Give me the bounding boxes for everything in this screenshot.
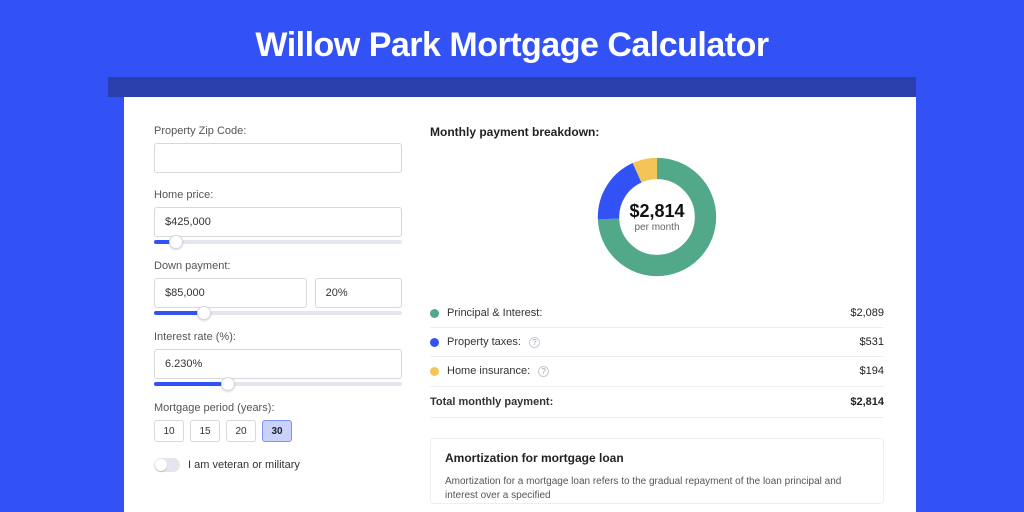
home-price-slider[interactable] (154, 240, 402, 244)
period-btn-30[interactable]: 30 (262, 420, 292, 442)
legend-total-label: Total monthly payment: (430, 396, 553, 408)
donut-center: $2,814 per month (593, 153, 721, 281)
mortgage-period-buttons: 10 15 20 30 (154, 420, 402, 442)
interest-rate-field: Interest rate (%): (154, 331, 402, 386)
legend-row-tax: Property taxes:? $531 (430, 328, 884, 357)
legend-row-pi: Principal & Interest: $2,089 (430, 299, 884, 328)
legend-value-pi: $2,089 (850, 307, 884, 319)
zip-label: Property Zip Code: (154, 125, 402, 137)
donut-chart-wrap: $2,814 per month (430, 153, 884, 281)
zip-field: Property Zip Code: (154, 125, 402, 173)
breakdown-title: Monthly payment breakdown: (430, 125, 884, 139)
legend-total-row: Total monthly payment: $2,814 (430, 386, 884, 418)
veteran-label: I am veteran or military (188, 459, 300, 471)
down-pct-input[interactable] (315, 278, 402, 308)
legend-left-pi: Principal & Interest: (430, 307, 542, 319)
interest-rate-slider[interactable] (154, 382, 402, 386)
legend-value-ins: $194 (860, 365, 884, 377)
amortization-box: Amortization for mortgage loan Amortizat… (430, 438, 884, 504)
header-band (108, 77, 916, 97)
legend-dot-pi (430, 309, 439, 318)
legend-label-pi: Principal & Interest: (447, 307, 542, 319)
donut-sub: per month (634, 222, 679, 233)
help-icon[interactable]: ? (529, 337, 540, 348)
donut-chart: $2,814 per month (593, 153, 721, 281)
legend-left-tax: Property taxes:? (430, 336, 540, 348)
legend-left-ins: Home insurance:? (430, 365, 549, 377)
legend: Principal & Interest: $2,089 Property taxe… (430, 299, 884, 385)
legend-label-ins: Home insurance: (447, 365, 530, 377)
down-payment-field: Down payment: (154, 260, 402, 315)
home-price-field: Home price: (154, 189, 402, 244)
legend-value-tax: $531 (860, 336, 884, 348)
calculator-card: Property Zip Code: Home price: Down paym… (124, 97, 916, 512)
page-title: Willow Park Mortgage Calculator (0, 0, 1024, 77)
mortgage-period-field: Mortgage period (years): 10 15 20 30 (154, 402, 402, 442)
toggle-knob (155, 459, 167, 471)
legend-dot-ins (430, 367, 439, 376)
legend-dot-tax (430, 338, 439, 347)
veteran-toggle[interactable] (154, 458, 180, 472)
zip-input[interactable] (154, 143, 402, 173)
down-payment-label: Down payment: (154, 260, 402, 272)
down-amount-input[interactable] (154, 278, 307, 308)
help-icon[interactable]: ? (538, 366, 549, 377)
down-payment-slider[interactable] (154, 311, 402, 315)
period-btn-20[interactable]: 20 (226, 420, 256, 442)
legend-label-tax: Property taxes: (447, 336, 521, 348)
period-btn-10[interactable]: 10 (154, 420, 184, 442)
legend-total-value: $2,814 (850, 396, 884, 408)
interest-rate-input[interactable] (154, 349, 402, 379)
period-btn-15[interactable]: 15 (190, 420, 220, 442)
legend-row-ins: Home insurance:? $194 (430, 357, 884, 385)
home-price-label: Home price: (154, 189, 402, 201)
inputs-panel: Property Zip Code: Home price: Down paym… (154, 125, 402, 512)
veteran-toggle-row: I am veteran or military (154, 458, 402, 472)
mortgage-period-label: Mortgage period (years): (154, 402, 402, 414)
donut-value: $2,814 (629, 201, 684, 222)
results-panel: Monthly payment breakdown: $2,814 per mo… (430, 125, 884, 512)
amortization-title: Amortization for mortgage loan (445, 451, 869, 465)
amortization-text: Amortization for a mortgage loan refers … (445, 475, 869, 503)
interest-rate-label: Interest rate (%): (154, 331, 402, 343)
home-price-input[interactable] (154, 207, 402, 237)
